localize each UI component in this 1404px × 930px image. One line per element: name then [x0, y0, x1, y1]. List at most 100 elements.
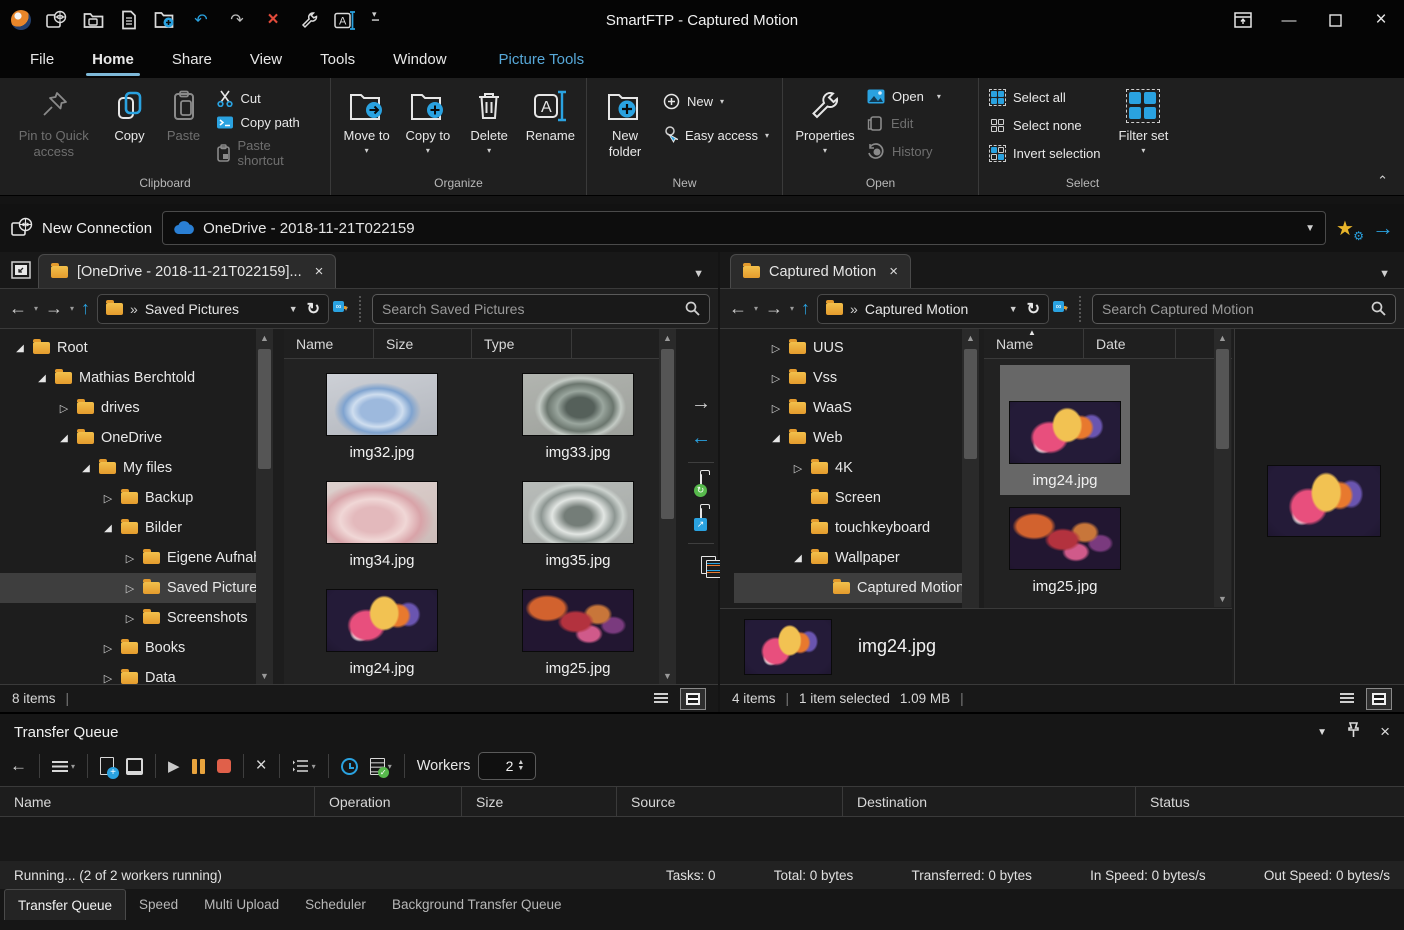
expanded-icon[interactable]: ◢ [792, 553, 804, 564]
tree-item-wallpaper[interactable]: ◢Wallpaper [734, 543, 962, 573]
address-dropdown-icon[interactable]: ▼ [289, 304, 298, 314]
tree-item-touchkeyboard[interactable]: touchkeyboard [734, 513, 962, 543]
remote-browser-icon[interactable] [46, 9, 68, 31]
search-icon[interactable] [1371, 301, 1386, 316]
left-browser-tab[interactable]: [OneDrive - 2018-11-21T022159]... × [38, 254, 336, 288]
panel-toggle-icon[interactable] [6, 255, 36, 285]
tree-item-screenshots[interactable]: ▷Screenshots [0, 603, 256, 633]
back-dropdown-icon[interactable]: ▾ [754, 304, 758, 313]
queue-remove-button[interactable]: × [256, 755, 267, 777]
scroll-down-icon[interactable]: ▼ [659, 667, 676, 684]
favorite-folder-button[interactable]: ∞ ▾ [339, 304, 348, 313]
refresh-icon[interactable]: ↻ [1027, 299, 1040, 319]
close-tab-icon[interactable]: × [315, 263, 324, 280]
refresh-icon[interactable]: ↻ [307, 299, 320, 319]
undo-icon[interactable]: ↶ [190, 9, 212, 31]
file-tile-img33[interactable]: img33.jpg [514, 367, 642, 467]
collapsed-icon[interactable]: ▷ [102, 672, 114, 685]
pin-panel-icon[interactable] [1347, 722, 1360, 742]
wrench-icon[interactable] [298, 9, 320, 31]
queue-back-button[interactable]: ← [10, 756, 27, 776]
scroll-up-icon[interactable]: ▲ [256, 329, 273, 346]
transfer-right-icon[interactable]: → [691, 392, 711, 415]
delete-button[interactable]: Delete ▾ [460, 82, 519, 159]
queue-pause-button[interactable] [192, 759, 205, 774]
queue-column-destination[interactable]: Destination [843, 787, 1136, 816]
collapsed-icon[interactable]: ▷ [124, 552, 136, 565]
tree-item-onedrive[interactable]: ◢OneDrive [0, 423, 256, 453]
maximize-button[interactable] [1312, 0, 1358, 40]
close-panel-icon[interactable]: × [1380, 722, 1390, 742]
tree-item-4k[interactable]: ▷4K [734, 453, 962, 483]
right-search-input[interactable] [1102, 301, 1365, 317]
tree-item-waas[interactable]: ▷WaaS [734, 393, 962, 423]
favorites-star-icon[interactable]: ★⚙ [1336, 216, 1362, 240]
queue-verify-button[interactable]: ✓▾ [370, 758, 392, 775]
forward-dropdown-icon[interactable]: ▾ [790, 304, 794, 313]
new-folder-button[interactable]: New folder [593, 82, 657, 163]
smartftp-logo-icon[interactable] [10, 9, 32, 31]
transfer-left-icon[interactable]: ← [691, 427, 711, 450]
close-tab-icon[interactable]: × [889, 263, 898, 280]
tab-tools[interactable]: Tools [318, 45, 357, 74]
queue-stop-button[interactable] [217, 759, 231, 773]
queue-view-button[interactable]: ▾ [292, 759, 316, 773]
sync-folder-button[interactable]: ↻ [700, 475, 702, 493]
tree-item-screen[interactable]: Screen [734, 483, 962, 513]
file-tile-img25[interactable]: img25.jpg [1000, 501, 1130, 601]
queue-save-button[interactable] [126, 758, 143, 775]
left-address-bar[interactable]: » Saved Pictures ▼ ↻ [97, 294, 329, 324]
select-none-button[interactable]: Select none [985, 116, 1104, 135]
local-browser-icon[interactable] [82, 9, 104, 31]
tree-item-backup[interactable]: ▷Backup [0, 483, 256, 513]
cancel-icon[interactable]: × [262, 9, 284, 31]
copy-path-button[interactable]: Copy path [212, 114, 325, 131]
address-dropdown-icon[interactable]: ▼ [1009, 304, 1018, 314]
tab-background-transfer-queue[interactable]: Background Transfer Queue [379, 889, 575, 920]
thumbnail-view-button[interactable] [680, 688, 706, 710]
file-tile-img24[interactable]: img24.jpg [318, 583, 446, 683]
left-tab-list-dropdown-icon[interactable]: ▼ [693, 268, 704, 280]
forward-button[interactable]: → [764, 298, 784, 319]
spin-down-icon[interactable]: ▼ [517, 766, 524, 772]
right-list-scrollbar[interactable]: ▲ ▼ [1214, 329, 1231, 607]
expanded-icon[interactable]: ◢ [14, 343, 26, 354]
right-tab-list-dropdown-icon[interactable]: ▼ [1379, 268, 1390, 280]
right-search-box[interactable] [1092, 294, 1396, 324]
back-button[interactable]: ← [728, 298, 748, 319]
open-button[interactable]: Open ▾ [863, 88, 945, 105]
tree-item-root[interactable]: ◢Root [0, 333, 256, 363]
queue-column-source[interactable]: Source [617, 787, 843, 816]
collapsed-icon[interactable]: ▷ [770, 402, 782, 415]
tree-item-drives[interactable]: ▷drives [0, 393, 256, 423]
new-folder-icon[interactable] [154, 9, 176, 31]
back-dropdown-icon[interactable]: ▾ [34, 304, 38, 313]
tab-speed[interactable]: Speed [126, 889, 191, 920]
rename-icon[interactable]: A [334, 9, 356, 31]
queue-column-operation[interactable]: Operation [315, 787, 462, 816]
up-button[interactable]: ↑ [800, 298, 811, 319]
expanded-icon[interactable]: ◢ [58, 433, 70, 444]
collapsed-icon[interactable]: ▷ [102, 642, 114, 655]
back-button[interactable]: ← [8, 298, 28, 319]
column-name[interactable]: Name [284, 329, 374, 358]
workers-input[interactable] [479, 758, 513, 774]
column-type[interactable]: Type [472, 329, 572, 358]
search-icon[interactable] [685, 301, 700, 316]
tree-item-uus[interactable]: ▷UUS [734, 333, 962, 363]
move-to-button[interactable]: Move to ▾ [337, 82, 396, 159]
scroll-down-icon[interactable]: ▼ [256, 667, 273, 684]
tab-view[interactable]: View [248, 45, 284, 74]
tab-file[interactable]: File [28, 45, 56, 74]
tree-item-books[interactable]: ▷Books [0, 633, 256, 663]
queue-add-button[interactable]: + [100, 757, 114, 775]
collapse-ribbon-button[interactable]: ⌃ [1361, 167, 1404, 195]
queue-start-button[interactable]: ▶ [168, 757, 180, 775]
minimize-button[interactable]: — [1266, 0, 1312, 40]
properties-button[interactable]: Properties ▾ [789, 82, 861, 159]
tab-scheduler[interactable]: Scheduler [292, 889, 379, 920]
list-view-button[interactable] [1334, 688, 1360, 710]
file-tile-img25[interactable]: img25.jpg [514, 583, 642, 683]
ribbon-display-options-button[interactable] [1220, 0, 1266, 40]
paste-button[interactable]: Paste [158, 82, 210, 148]
